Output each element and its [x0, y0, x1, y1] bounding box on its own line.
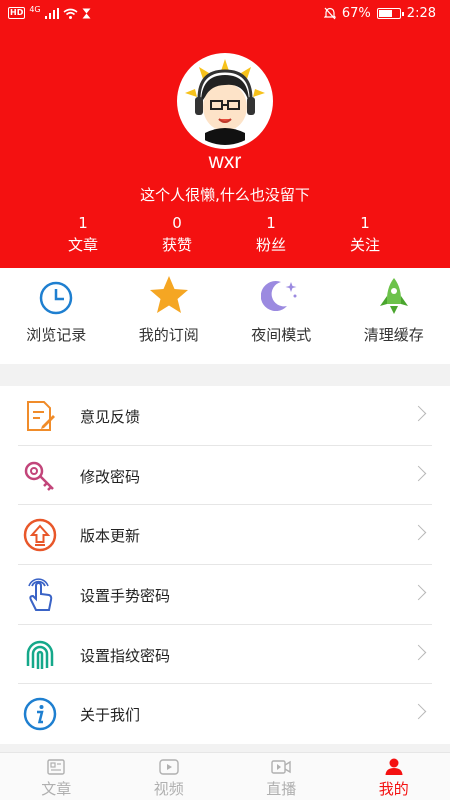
profile-stats: 1 文章 0 获赞 1 粉丝 1 关注	[36, 212, 412, 256]
username: wxr	[208, 150, 242, 173]
stat-articles[interactable]: 1 文章	[36, 212, 130, 256]
stat-label: 获赞	[161, 236, 192, 254]
feedback-icon	[27, 401, 55, 431]
signal-icon	[44, 7, 59, 19]
menu-item-about-us[interactable]: 关于我们	[0, 684, 450, 744]
chevron-right-icon	[410, 644, 427, 660]
profile-header: wxr 这个人很懒,什么也没留下 1 文章 0 获赞 1 粉丝 1 关注	[0, 30, 450, 268]
stat-count: 0	[172, 214, 182, 232]
quick-action-label: 清理缓存	[363, 326, 424, 344]
stat-following[interactable]: 1 关注	[318, 212, 412, 256]
nav-tab-articles[interactable]: 文章	[0, 753, 113, 800]
key-icon	[24, 461, 54, 491]
menu-item-change-password[interactable]: 修改密码	[0, 446, 450, 506]
menu-item-label: 设置手势密码	[80, 586, 171, 605]
chevron-right-icon	[410, 525, 427, 541]
nav-tab-label: 我的	[378, 780, 409, 798]
battery-icon	[376, 8, 404, 19]
stat-count: 1	[78, 214, 88, 232]
nav-tab-video[interactable]: 视频	[113, 753, 226, 800]
menu-item-label: 设置指纹密码	[80, 646, 171, 665]
wifi-icon	[63, 8, 78, 19]
fingerprint-icon	[26, 640, 54, 669]
info-icon	[23, 698, 57, 731]
status-bar: HD 4G 67% 2:28	[0, 0, 450, 30]
bottom-nav: 文章 视频 直播 我的	[0, 752, 450, 800]
nav-tab-live[interactable]: 直播	[225, 753, 338, 800]
battery-percent: 67%	[341, 6, 371, 21]
menu-item-label: 版本更新	[80, 527, 141, 546]
menu-item-fingerprint-password[interactable]: 设置指纹密码	[0, 625, 450, 685]
menu-item-version-update[interactable]: 版本更新	[0, 505, 450, 565]
quick-action-label: 夜间模式	[251, 326, 312, 344]
live-icon	[271, 760, 291, 774]
chevron-right-icon	[410, 584, 427, 601]
user-bio: 这个人很懒,什么也没留下	[140, 186, 310, 204]
stat-label: 粉丝	[255, 236, 286, 254]
quick-action-label: 浏览记录	[26, 326, 87, 344]
stat-label: 关注	[349, 236, 380, 254]
profile-icon	[385, 758, 403, 775]
clock-icon	[40, 281, 73, 315]
network-type: 4G	[29, 4, 41, 14]
status-left: HD 4G	[8, 4, 91, 19]
status-right: 67% 2:28	[323, 6, 436, 21]
quick-actions: 浏览记录 我的订阅 夜间模式 清理缓存	[0, 268, 450, 364]
menu-item-feedback[interactable]: 意见反馈	[0, 386, 450, 446]
menu-item-label: 意见反馈	[80, 408, 141, 426]
stat-label: 文章	[67, 236, 98, 254]
quick-action-clear-cache[interactable]: 清理缓存	[338, 268, 450, 364]
settings-menu: 意见反馈 修改密码 版本更新 设置手势密码 设置指纹密码 关于我们	[0, 386, 450, 744]
nav-tab-label: 视频	[153, 780, 184, 798]
moon-icon	[261, 281, 297, 312]
mute-bell-icon	[323, 7, 336, 20]
menu-item-gesture-password[interactable]: 设置手势密码	[0, 565, 450, 625]
chevron-right-icon	[410, 465, 427, 481]
quick-action-subscriptions[interactable]: 我的订阅	[113, 268, 226, 364]
hourglass-icon	[82, 8, 91, 18]
quick-action-history[interactable]: 浏览记录	[0, 268, 113, 364]
quick-action-night-mode[interactable]: 夜间模式	[225, 268, 338, 364]
video-icon	[159, 759, 179, 775]
menu-item-label: 修改密码	[80, 467, 141, 486]
stat-count: 1	[266, 214, 276, 232]
clock-time: 2:28	[406, 6, 436, 21]
stat-likes[interactable]: 0 获赞	[130, 212, 224, 256]
chevron-right-icon	[410, 704, 427, 720]
star-icon	[149, 276, 188, 313]
nav-tab-mine[interactable]: 我的	[338, 753, 450, 800]
stat-fans[interactable]: 1 粉丝	[224, 212, 318, 256]
hd-badge: HD	[8, 7, 26, 19]
stat-count: 1	[360, 214, 370, 232]
update-icon	[23, 519, 57, 552]
menu-item-label: 关于我们	[80, 706, 141, 725]
avatar[interactable]	[177, 53, 273, 149]
nav-tab-label: 直播	[266, 780, 297, 798]
rocket-icon	[379, 278, 408, 314]
avatar-cartoon-icon	[181, 57, 269, 145]
quick-action-label: 我的订阅	[138, 326, 199, 344]
article-icon	[47, 759, 65, 775]
nav-tab-label: 文章	[41, 780, 72, 798]
chevron-right-icon	[410, 405, 427, 422]
gesture-icon	[28, 578, 53, 611]
